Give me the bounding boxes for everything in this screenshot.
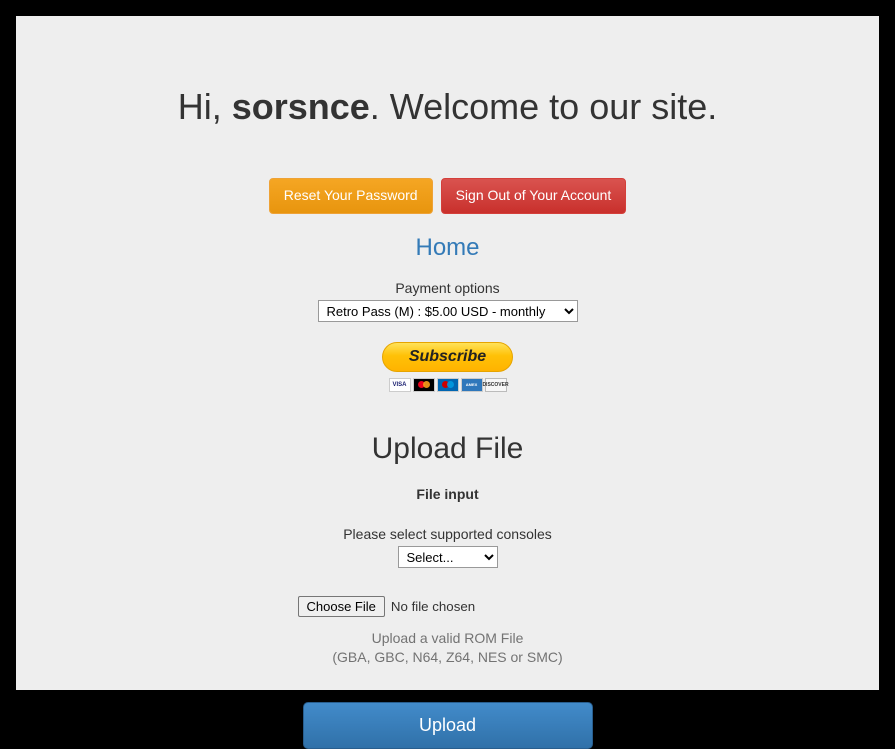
visa-card-icon: VISA <box>389 378 411 392</box>
page-container: Hi, sorsnce. Welcome to our site. Reset … <box>16 16 879 690</box>
payment-options-select[interactable]: Retro Pass (M) : $5.00 USD - monthly <box>318 300 578 322</box>
mastercard-card-icon <box>413 378 435 392</box>
greeting-heading: Hi, sorsnce. Welcome to our site. <box>16 86 879 128</box>
upload-file-heading: Upload File <box>16 432 879 466</box>
account-buttons-row: Reset Your Password Sign Out of Your Acc… <box>16 178 879 214</box>
console-select[interactable]: Select... <box>398 546 498 568</box>
file-input-label: File input <box>16 486 879 502</box>
discover-card-icon: DISCOVER <box>485 378 507 392</box>
home-link[interactable]: Home <box>16 234 879 262</box>
choose-file-button[interactable]: Choose File <box>298 596 385 617</box>
upload-submit-button[interactable]: Upload <box>303 702 593 749</box>
payment-cards-row: VISA AMEX DISCOVER <box>16 378 879 392</box>
greeting-suffix: . Welcome to our site. <box>370 86 717 127</box>
upload-help-text: Upload a valid ROM File (GBA, GBC, N64, … <box>16 629 879 668</box>
subscribe-button[interactable]: Subscribe <box>382 342 513 372</box>
file-chosen-status: No file chosen <box>391 599 475 614</box>
greeting-username: sorsnce <box>232 86 370 127</box>
reset-password-button[interactable]: Reset Your Password <box>269 178 433 214</box>
amex-card-icon: AMEX <box>461 378 483 392</box>
file-input-row: Choose File No file chosen <box>298 596 476 617</box>
help-line-1: Upload a valid ROM File <box>16 629 879 649</box>
payment-options-label: Payment options <box>16 280 879 296</box>
help-line-2: (GBA, GBC, N64, Z64, NES or SMC) <box>16 648 879 668</box>
greeting-prefix: Hi, <box>178 86 232 127</box>
maestro-card-icon <box>437 378 459 392</box>
sign-out-button[interactable]: Sign Out of Your Account <box>441 178 627 214</box>
console-select-label: Please select supported consoles <box>16 526 879 542</box>
subscribe-container: Subscribe VISA AMEX DISCOVER <box>16 342 879 392</box>
